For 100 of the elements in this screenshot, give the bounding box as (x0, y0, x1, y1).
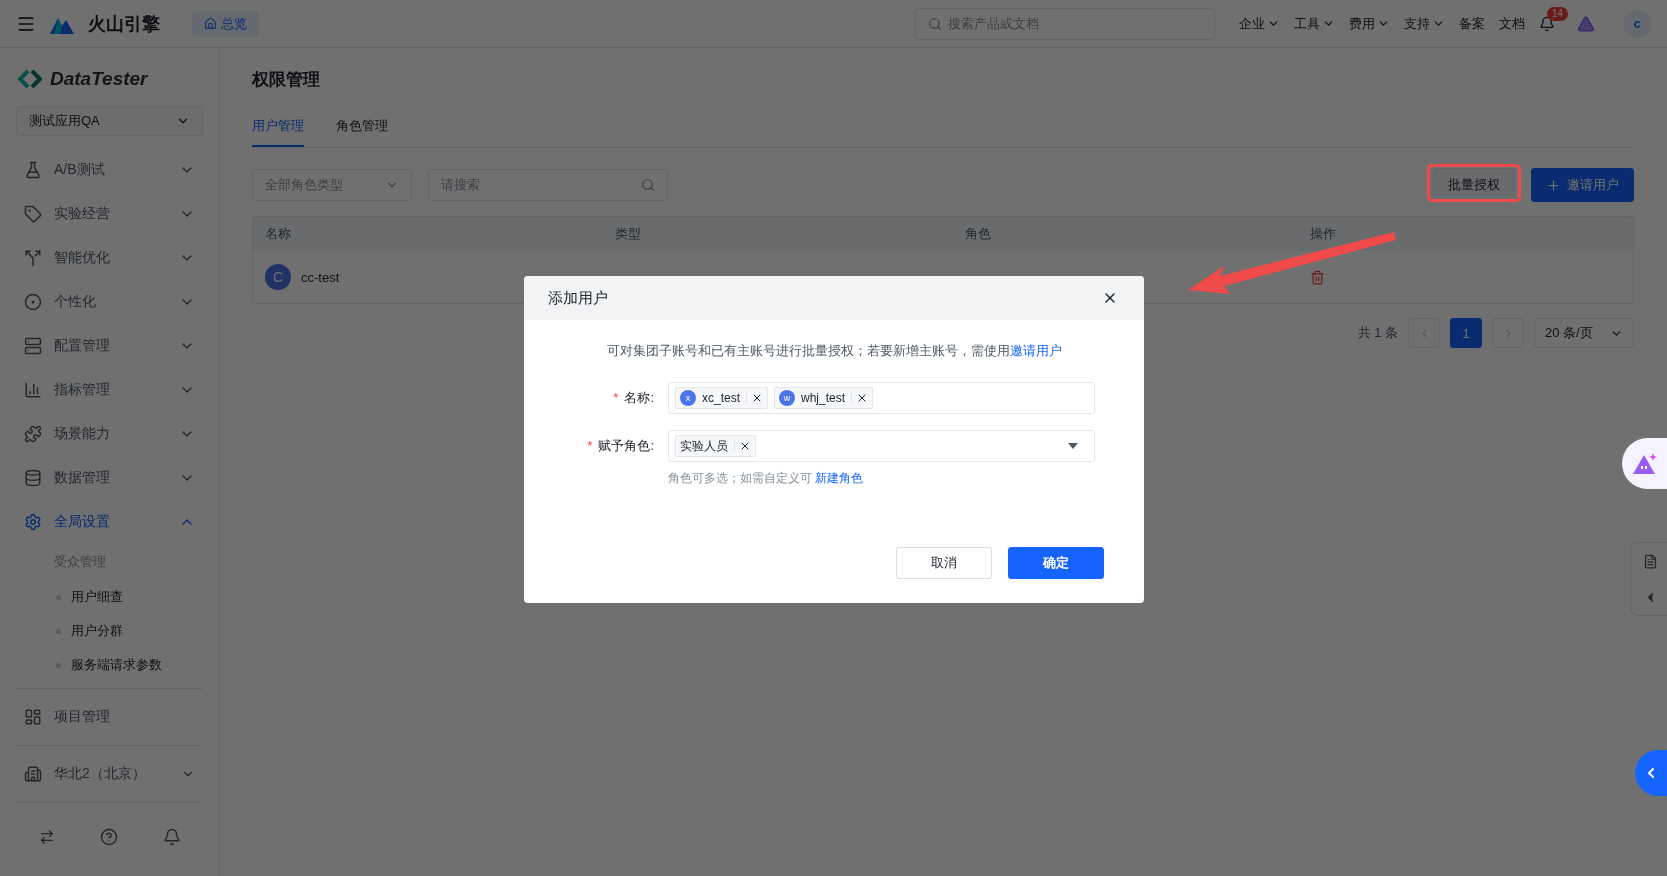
product-logo-icon (18, 69, 42, 89)
confirm-button[interactable]: 确定 (1008, 547, 1104, 579)
tab[interactable]: 角色管理 (336, 111, 388, 147)
nav-item[interactable]: 实验经营 (16, 192, 203, 236)
notification-badge: 14 (1547, 6, 1569, 21)
page-title: 权限管理 (252, 69, 321, 91)
nav-item[interactable]: 配置管理 (16, 324, 203, 368)
top-menu-item[interactable]: 支持 (1404, 14, 1445, 33)
top-menu-item[interactable]: 备案 (1459, 14, 1485, 33)
remove-button[interactable] (746, 392, 763, 404)
nav-item-label: 配置管理 (54, 337, 111, 355)
dialog-title: 添加用户 (548, 288, 608, 308)
nav-item[interactable]: A/B测试 (16, 148, 203, 192)
nav-item-label: 个性化 (54, 293, 97, 311)
search-icon (928, 16, 942, 31)
nav-item-label: 智能优化 (54, 249, 111, 267)
nav-subitem[interactable]: 服务端请求参数 (16, 648, 203, 682)
plus-icon (1546, 177, 1561, 193)
nav-item[interactable]: 场景能力 (16, 412, 203, 456)
new-role-link[interactable]: 新建角色 (815, 471, 864, 485)
close-icon (751, 392, 763, 404)
nav-item-label: 指标管理 (54, 381, 111, 399)
nav-icon (24, 249, 42, 267)
dialog-notice: 可对集团子账号和已有主账号进行批量授权；若要新增主账号，需使用邀请用户 (605, 342, 1063, 360)
bullet-icon (56, 628, 61, 634)
region-select[interactable]: 华北2（北京） (16, 752, 203, 796)
tag-label: 实验人员 (680, 437, 728, 455)
mountain-icon (1632, 451, 1658, 476)
column-header: 类型 (615, 225, 642, 243)
nav-icon (24, 425, 42, 443)
required-mark: * (587, 437, 593, 455)
home-tab[interactable]: 总览 (192, 10, 259, 37)
nav-item[interactable]: 个性化 (16, 280, 203, 324)
required-mark: * (613, 389, 619, 407)
remove-button[interactable] (734, 440, 751, 452)
nav-icon (24, 161, 42, 179)
role-select[interactable]: 实验人员 (668, 430, 1095, 462)
dashboard-icon (24, 708, 42, 726)
column-header: 角色 (965, 225, 992, 243)
column-header: 操作 (1310, 225, 1337, 243)
product-name: DataTester (50, 68, 148, 90)
bell-icon (162, 828, 181, 846)
top-menu-item[interactable]: 费用 (1349, 14, 1390, 33)
building-icon (24, 765, 42, 783)
bullet-icon (56, 594, 61, 600)
nav-item-label: 实验经营 (54, 205, 111, 223)
search-icon (641, 178, 655, 192)
nav-item[interactable]: 全局设置 (16, 500, 203, 544)
nav-item[interactable]: 指标管理 (16, 368, 203, 412)
nav-item-label: A/B测试 (54, 161, 106, 179)
switch-icon (38, 829, 55, 845)
page-button[interactable]: 1 (1450, 318, 1482, 348)
top-menu-item[interactable]: 工具 (1294, 14, 1335, 33)
top-menu-item[interactable]: 企业 (1239, 14, 1280, 33)
app-select[interactable]: 测试应用QA (16, 106, 203, 136)
total-count: 共 1 条 (1357, 324, 1398, 342)
page-size-select[interactable]: 20 条/页 (1534, 318, 1634, 348)
nav-icon (24, 513, 42, 531)
invite-link[interactable]: 邀请用户 (1009, 343, 1062, 358)
close-icon (739, 440, 751, 452)
nav-item[interactable]: 数据管理 (16, 456, 203, 500)
field-label: 赋予角色: (598, 437, 654, 455)
tag-avatar: x (680, 390, 696, 406)
brand-name: 火山引擎 (88, 12, 160, 36)
tag-avatar: w (779, 390, 795, 406)
region-label: 华北2（北京） (54, 765, 147, 783)
table-cell: cc-test (301, 269, 340, 285)
field-hint: 角色可多选；如需自定义可 新建角色 (668, 470, 865, 487)
action-button[interactable]: 邀请用户 (1531, 168, 1634, 202)
nav-icon (24, 337, 42, 355)
nav-item[interactable]: 智能优化 (16, 236, 203, 280)
column-header: 名称 (265, 225, 292, 243)
nav-subitem[interactable]: 用户细查 (16, 580, 203, 614)
field-label: 名称: (624, 389, 654, 407)
caret-icon (1068, 443, 1078, 449)
nav-item-label: 场景能力 (54, 425, 111, 443)
document-icon (1642, 553, 1658, 569)
cancel-button[interactable]: 取消 (896, 547, 992, 579)
bell-icon (1539, 15, 1555, 32)
nav-item-label: 数据管理 (54, 469, 111, 487)
nav-item-label: 全局设置 (54, 513, 111, 531)
user-select[interactable]: x xc_test w whj_test (668, 382, 1095, 414)
assistant-button[interactable] (1622, 438, 1667, 489)
nav-subitem[interactable]: 用户分群 (16, 614, 203, 648)
home-tab-label: 总览 (221, 14, 247, 33)
top-menu-item[interactable]: 文档 (1499, 14, 1525, 33)
tag-label: whj_test (801, 391, 846, 405)
action-button[interactable]: 批量授权 (1433, 168, 1515, 202)
nav-icon (24, 381, 42, 399)
nav-icon (24, 469, 42, 487)
home-icon (204, 17, 217, 30)
nav-icon (24, 293, 42, 311)
nav-icon (24, 205, 42, 223)
user-avatar: C (265, 264, 291, 290)
tab[interactable]: 用户管理 (252, 111, 304, 147)
tag-label: xc_test (702, 391, 740, 405)
nav-item[interactable]: 项目管理 (16, 695, 203, 739)
help-icon (99, 828, 118, 846)
delete-icon (1310, 269, 1325, 285)
user-avatar[interactable]: c (1623, 9, 1651, 38)
